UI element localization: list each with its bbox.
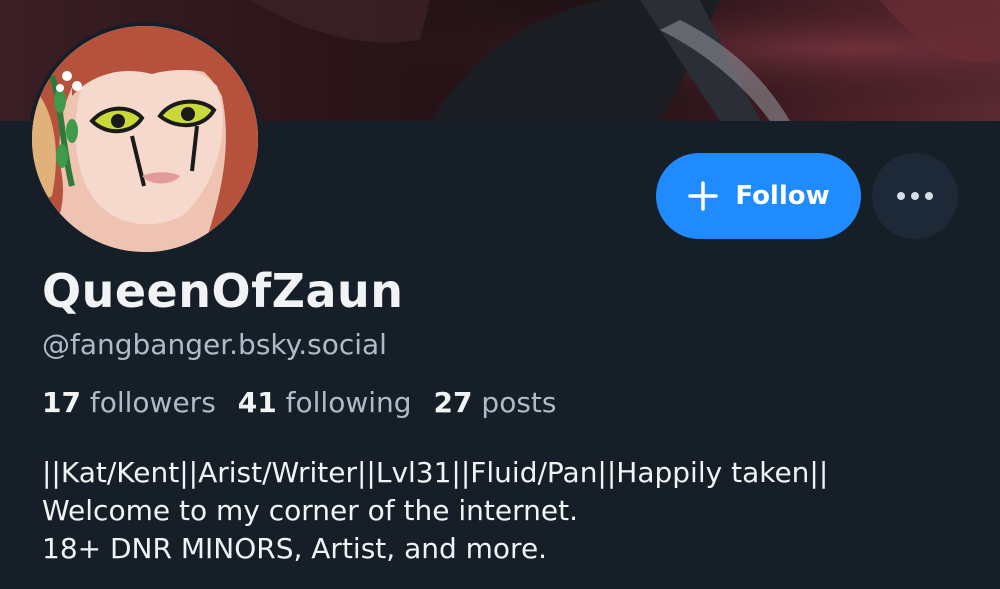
following-label: following [285,386,412,419]
ellipsis-icon [897,192,933,200]
bio-line: Welcome to my corner of the internet. [42,494,579,527]
posts-count: 27 [433,386,473,419]
posts-label: posts [481,386,557,419]
profile-stats: 17 followers 41 following 27 posts [42,386,556,419]
plus-icon [688,181,719,211]
follow-button[interactable]: Follow [656,153,861,239]
profile-display-name: QueenOfZaun [42,264,404,318]
more-options-button[interactable] [872,153,958,239]
profile-bio: ||Kat/Kent||Arist/Writer||Lvl31||Fluid/P… [42,454,828,568]
followers-label: followers [89,386,216,419]
followers-stat[interactable]: 17 followers [42,386,216,419]
posts-stat: 27 posts [434,386,557,419]
bio-line: ||Kat/Kent||Arist/Writer||Lvl31||Fluid/P… [42,456,829,489]
following-stat[interactable]: 41 following [238,386,412,419]
following-count: 41 [237,386,277,419]
followers-count: 17 [42,386,81,419]
profile-avatar[interactable] [28,22,262,256]
follow-button-label: Follow [735,181,830,211]
profile-handle: @fangbanger.bsky.social [42,328,387,361]
bio-line: 18+ DNR MINORS, Artist, and more. [42,532,548,565]
